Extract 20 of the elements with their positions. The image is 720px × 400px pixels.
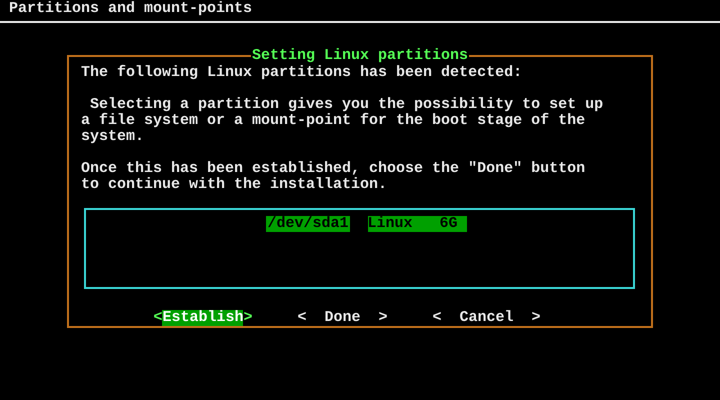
dialog-title: Setting Linux partitions [250, 48, 470, 64]
button-label: Establish [162, 310, 244, 326]
partition-device: /dev/sda1 [266, 216, 350, 232]
partition-row[interactable]: /dev/sda1 Linux 6G [266, 216, 467, 232]
dialog-paragraph: Once this has been established, choose the "Done" button to continue with the installation. [81, 161, 586, 193]
dialog-button[interactable]: <Establish> [153, 310, 252, 326]
dialog-button[interactable]: < Done > [297, 310, 388, 326]
bracket-left: < [297, 310, 308, 326]
screen-title: Partitions and mount-points [9, 0, 252, 17]
bracket-left: < [153, 310, 162, 326]
bracket-right: > [243, 310, 252, 326]
button-label: Cancel [460, 310, 514, 326]
button-label: Done [324, 310, 360, 326]
dialog-paragraph: The following Linux partitions has been detected: [81, 65, 522, 81]
bracket-right: > [530, 310, 541, 326]
dialog-button[interactable]: < Cancel > [432, 310, 541, 326]
bracket-right: > [378, 310, 388, 326]
partition-details: Linux 6G [368, 216, 467, 232]
bracket-left: < [432, 310, 443, 326]
dialog-paragraph: Selecting a partition gives you the possibility to set up a file system or a mount-point for the boot stage of the system. [81, 97, 604, 145]
